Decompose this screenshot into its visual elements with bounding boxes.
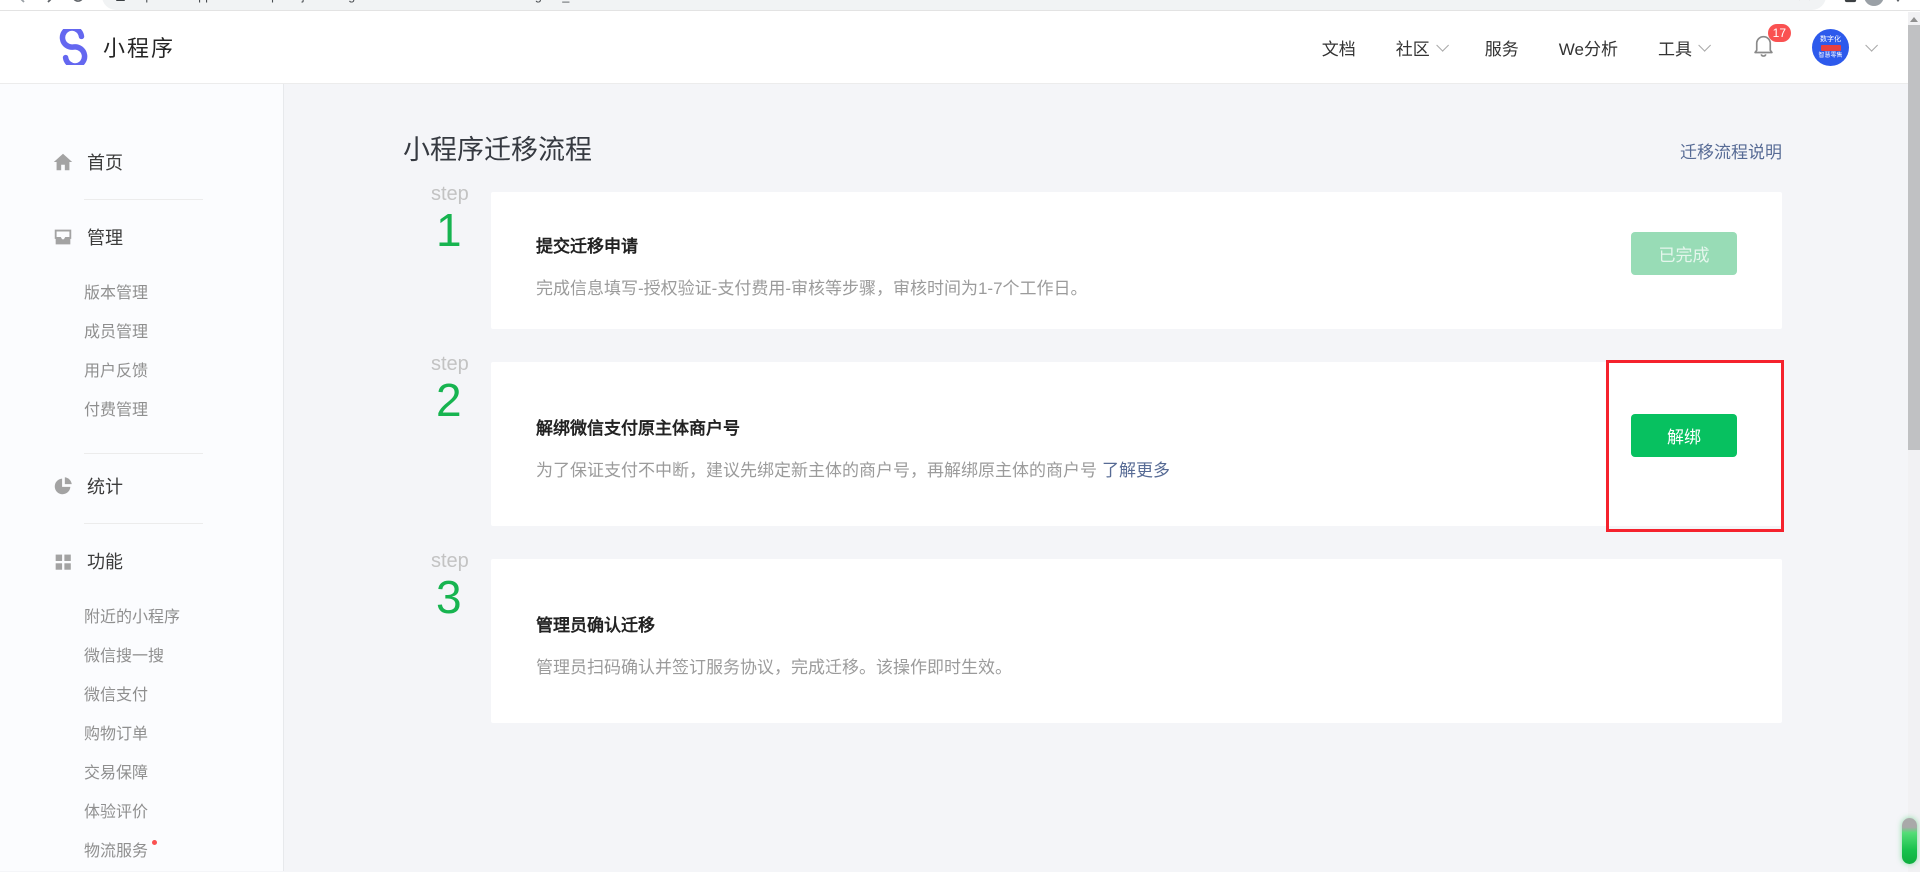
step-3-desc: 管理员扫码确认并签订服务协议，完成迁移。该操作即时生效。 xyxy=(536,653,1012,678)
miniprogram-logo-icon xyxy=(55,29,91,65)
nav-tools[interactable]: 工具 xyxy=(1658,35,1707,60)
sidebar: 首页 管理 版本管理 成员管理 用户反馈 付费管理 统计 功能 附近的小程序 微… xyxy=(0,84,284,871)
step-1-number: 1 xyxy=(436,206,491,254)
page-title: 小程序迁移流程 xyxy=(403,134,592,166)
logo-label: 小程序 xyxy=(103,31,175,63)
nav-services[interactable]: 服务 xyxy=(1485,35,1519,60)
nav-docs[interactable]: 文档 xyxy=(1322,35,1356,60)
sidebar-item-member-manage[interactable]: 成员管理 xyxy=(0,310,283,349)
floating-pen-widget[interactable] xyxy=(1902,818,1917,864)
account-avatar[interactable]: 数字化 智慧零售 xyxy=(1812,29,1849,66)
sidebar-divider xyxy=(84,523,203,524)
sidebar-item-shopping-orders[interactable]: 购物订单 xyxy=(0,712,283,751)
step-1-row: step 1 提交迁移申请 完成信息填写-授权验证-支付费用-审核等步骤，审核时… xyxy=(431,192,1782,329)
browser-profile-avatar[interactable] xyxy=(1864,0,1884,6)
learn-more-link[interactable]: 了解更多 xyxy=(1102,461,1170,480)
completed-button: 已完成 xyxy=(1631,232,1737,275)
sidebar-item-home[interactable]: 首页 xyxy=(0,140,283,184)
step-3-indicator: step 3 xyxy=(431,559,491,723)
sidebar-item-transaction-guarantee[interactable]: 交易保障 xyxy=(0,751,283,790)
step-2-card: 解绑微信支付原主体商户号 为了保证支付不中断，建议先绑定新主体的商户号，再解绑原… xyxy=(491,362,1782,526)
browser-menu-icon[interactable] xyxy=(1884,0,1912,10)
address-bar[interactable]: mp.weixin.qq.com/wxamp/subjectchange/ind… xyxy=(102,0,1826,10)
sidebar-item-payment-manage[interactable]: 付费管理 xyxy=(0,388,283,427)
nav-we-analytics[interactable]: We分析 xyxy=(1559,35,1618,60)
step-2-row: step 2 解绑微信支付原主体商户号 为了保证支付不中断，建议先绑定新主体的商… xyxy=(431,362,1782,526)
migration-steps: step 1 提交迁移申请 完成信息填写-授权验证-支付费用-审核等步骤，审核时… xyxy=(431,192,1782,723)
sidebar-item-nearby-miniprogram[interactable]: 附近的小程序 xyxy=(0,595,283,634)
sidebar-divider xyxy=(84,199,203,200)
sidebar-item-logistics-service[interactable]: 物流服务 xyxy=(0,829,283,868)
step-3-card: 管理员确认迁移 管理员扫码确认并签订服务协议，完成迁移。该操作即时生效。 xyxy=(491,559,1782,723)
migration-guide-link[interactable]: 迁移流程说明 xyxy=(1680,138,1782,163)
sidebar-item-weixin-search[interactable]: 微信搜一搜 xyxy=(0,634,283,673)
browser-reload-icon[interactable] xyxy=(64,0,92,10)
browser-chrome: mp.weixin.qq.com/wxamp/subjectchange/ind… xyxy=(0,0,1920,11)
new-feature-dot xyxy=(152,840,157,845)
step-3-number: 3 xyxy=(436,573,491,621)
step-3-row: step 3 管理员确认迁移 管理员扫码确认并签订服务协议，完成迁移。该操作即时… xyxy=(431,559,1782,723)
manage-submenu: 版本管理 成员管理 用户反馈 付费管理 xyxy=(0,271,283,427)
grid-icon xyxy=(52,550,74,572)
account-chevron-down-icon[interactable] xyxy=(1865,39,1878,52)
search-icon[interactable] xyxy=(1723,0,1738,6)
sidebar-item-version-manage[interactable]: 版本管理 xyxy=(0,271,283,310)
tray-icon xyxy=(52,226,74,248)
sidebar-item-statistics[interactable]: 统计 xyxy=(0,464,283,508)
features-submenu: 附近的小程序 微信搜一搜 微信支付 购物订单 交易保障 体验评价 物流服务 xyxy=(0,595,283,868)
notification-bell-button[interactable]: 17 xyxy=(1751,32,1776,63)
share-icon[interactable] xyxy=(1760,0,1775,6)
scrollbar-up-arrow[interactable] xyxy=(1910,17,1918,22)
sidebar-item-user-feedback[interactable]: 用户反馈 xyxy=(0,349,283,388)
home-icon xyxy=(52,151,74,173)
step-2-indicator: step 2 xyxy=(431,362,491,526)
step-2-title: 解绑微信支付原主体商户号 xyxy=(536,414,1170,439)
browser-forward-icon[interactable] xyxy=(36,0,64,10)
step-2-desc: 为了保证支付不中断，建议先绑定新主体的商户号，再解绑原主体的商户号了解更多 xyxy=(536,456,1170,481)
app-header: 小程序 文档 社区 服务 We分析 工具 17 数字化 智慧零售 xyxy=(0,11,1920,84)
browser-back-icon[interactable] xyxy=(8,0,36,10)
site-info-icon[interactable] xyxy=(116,0,125,1)
step-1-indicator: step 1 xyxy=(431,192,491,329)
chevron-down-icon xyxy=(1436,39,1449,52)
sidebar-item-weixin-pay[interactable]: 微信支付 xyxy=(0,673,283,712)
chevron-down-icon xyxy=(1698,39,1711,52)
sidebar-item-experience-rating[interactable]: 体验评价 xyxy=(0,790,283,829)
sidebar-item-features[interactable]: 功能 xyxy=(0,539,283,583)
nav-community[interactable]: 社区 xyxy=(1396,35,1445,60)
step-1-title: 提交迁移申请 xyxy=(536,232,1088,257)
scrollbar-thumb[interactable] xyxy=(1908,25,1920,450)
unbind-button[interactable]: 解绑 xyxy=(1631,414,1737,457)
pie-chart-icon xyxy=(52,475,74,497)
step-1-card: 提交迁移申请 完成信息填写-授权验证-支付费用-审核等步骤，审核时间为1-7个工… xyxy=(491,192,1782,329)
step-1-desc: 完成信息填写-授权验证-支付费用-审核等步骤，审核时间为1-7个工作日。 xyxy=(536,274,1088,299)
sidebar-divider xyxy=(84,453,203,454)
url-text: mp.weixin.qq.com/wxamp/subjectchange/ind… xyxy=(135,0,587,3)
notification-badge: 17 xyxy=(1768,24,1791,42)
miniprogram-logo[interactable]: 小程序 xyxy=(55,29,175,65)
step-3-title: 管理员确认迁移 xyxy=(536,611,1012,636)
main-content: 小程序迁移流程 迁移流程说明 step 1 提交迁移申请 完成信息填写-授权验证… xyxy=(284,84,1920,871)
sidebar-item-manage[interactable]: 管理 xyxy=(0,215,283,259)
avatar-red-band xyxy=(1821,45,1841,51)
page-scrollbar xyxy=(1908,12,1920,872)
browser-extension-icon[interactable] xyxy=(1836,0,1864,10)
top-nav: 文档 社区 服务 We分析 工具 xyxy=(1322,35,1707,60)
bookmark-star-icon[interactable] xyxy=(1797,0,1812,6)
step-2-number: 2 xyxy=(436,376,491,424)
